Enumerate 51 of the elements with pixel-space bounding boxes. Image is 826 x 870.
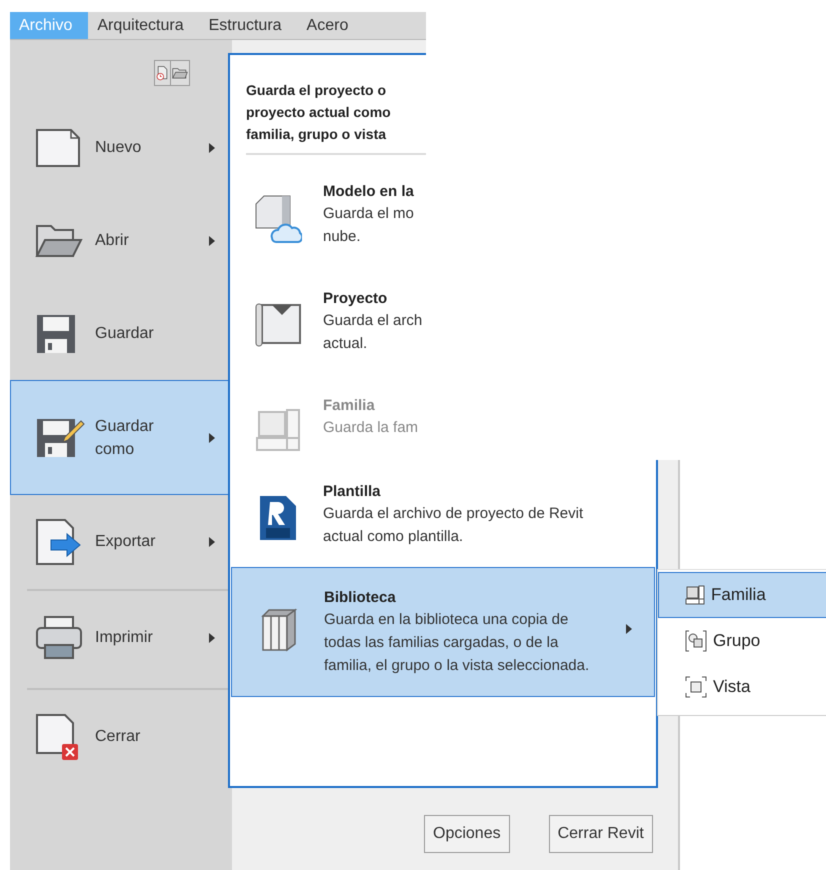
dialog-button[interactable]: Cerrar Revit xyxy=(548,815,653,853)
caret-icon xyxy=(209,236,215,246)
caret-icon xyxy=(209,142,215,152)
folder-icon xyxy=(35,224,83,258)
option-title: Biblioteca xyxy=(324,588,397,608)
floppy-disk-pencil-icon xyxy=(35,416,85,458)
panel-description: proyecto actual como xyxy=(246,103,392,122)
panel-description: Guarda el proyecto o xyxy=(246,81,388,100)
submenu-item[interactable]: Vista xyxy=(658,664,826,710)
option-description: familia, el grupo o la vista seleccionada. xyxy=(324,656,590,676)
dialog-button[interactable]: Opciones xyxy=(424,815,510,853)
option-description: actual como plantilla. xyxy=(323,527,464,547)
save-as-option[interactable]: Proyecto Guarda el arch actual. xyxy=(230,282,424,389)
recent-document-icon xyxy=(156,63,169,83)
option-description: nube. xyxy=(323,227,362,247)
option-description: Guarda el mo xyxy=(323,204,414,224)
submenu-item[interactable]: Grupo xyxy=(658,618,826,664)
group-icon xyxy=(685,630,707,652)
option-description: Guarda en la biblioteca una copia de xyxy=(324,610,570,630)
family-icon xyxy=(685,585,705,605)
books-icon xyxy=(261,608,297,652)
save-as-option[interactable]: Biblioteca Guarda en la biblioteca una copia de todas las familias cargadas, o de la familia, el grupo o la vista seleccionada. xyxy=(231,567,655,697)
caret-icon xyxy=(209,432,215,442)
template-file-icon xyxy=(258,494,298,542)
caret-icon xyxy=(209,632,215,642)
option-title: Plantilla xyxy=(323,482,382,502)
option-description: Guarda el arch xyxy=(323,311,422,331)
option-title: Proyecto xyxy=(323,289,388,309)
option-title: Modelo en la xyxy=(323,182,414,202)
folder-button[interactable] xyxy=(171,60,190,86)
option-description: todas las familias cargadas, o de la xyxy=(324,633,560,653)
cube-cloud-icon xyxy=(254,194,302,246)
option-title: Familia xyxy=(323,396,376,416)
printer-icon xyxy=(35,614,83,660)
panel-description: familia, grupo o vista xyxy=(246,125,388,144)
project-drawing-icon xyxy=(254,301,302,347)
document-icon xyxy=(35,128,83,168)
backstage-menu-item[interactable]: Nuevo xyxy=(10,101,232,194)
export-document-icon xyxy=(35,518,83,566)
option-description: Guarda el archivo de proyecto de Revit xyxy=(323,504,584,524)
ribbon-tab[interactable]: Acero xyxy=(298,12,364,39)
view-icon xyxy=(685,676,707,698)
caret-icon xyxy=(209,536,215,546)
ribbon-tab[interactable]: Estructura xyxy=(200,12,298,39)
option-description: actual. xyxy=(323,334,368,354)
submenu-item[interactable]: Familia xyxy=(658,572,826,618)
ribbon-tab[interactable]: Arquitectura xyxy=(88,12,200,39)
family-icon xyxy=(255,408,301,452)
option-description: Guarda la fam xyxy=(323,418,418,438)
caret-icon xyxy=(626,624,632,634)
save-as-option[interactable]: Modelo en la Guarda el mo nube. xyxy=(230,175,424,282)
